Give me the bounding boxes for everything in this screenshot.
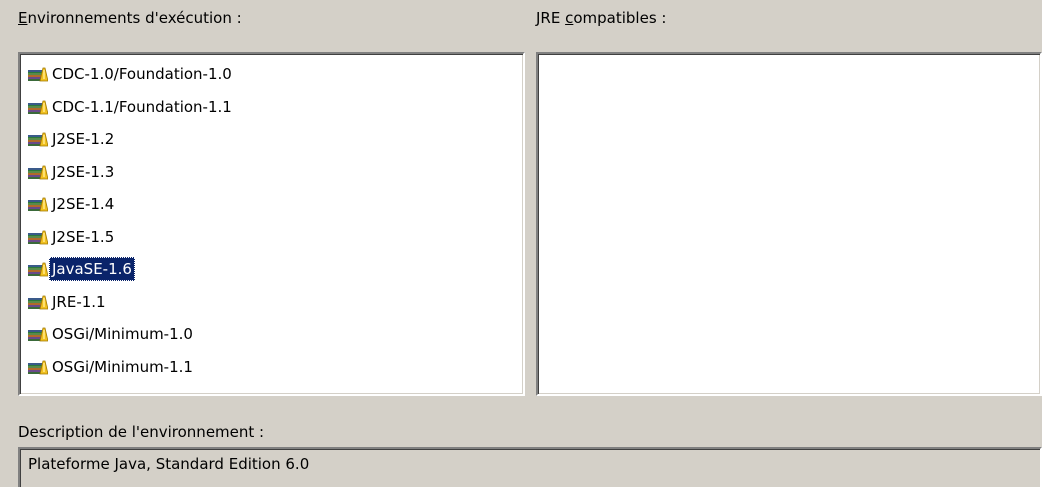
library-books-icon	[28, 261, 49, 277]
environment-item[interactable]: J2SE-1.2	[28, 123, 523, 156]
environment-item-label: J2SE-1.3	[52, 162, 115, 181]
environment-item-label: JRE-1.1	[52, 292, 106, 311]
environment-item-label: JavaSE-1.6	[49, 257, 135, 282]
library-books-icon	[28, 164, 49, 180]
environment-item-label: J2SE-1.5	[52, 227, 115, 246]
environments-list[interactable]: CDC-1.0/Foundation-1.0 CDC-1.1/Foundation…	[18, 52, 525, 396]
environment-item[interactable]: J2SE-1.3	[28, 156, 523, 189]
description-label: Description de l'environnement :	[18, 423, 265, 441]
environment-item[interactable]: CDC-1.1/Foundation-1.1	[28, 91, 523, 124]
library-books-icon	[28, 196, 49, 212]
environment-item-label: CDC-1.1/Foundation-1.1	[52, 97, 232, 116]
environment-item-label: OSGi/Minimum-1.0	[52, 325, 193, 344]
compatible-jres-list[interactable]	[536, 52, 1042, 396]
environment-item-label: CDC-1.0/Foundation-1.0	[52, 65, 232, 84]
environments-label-text: nvironnements d'exécution :	[27, 9, 242, 27]
library-books-icon	[28, 326, 49, 342]
environments-label: Environnements d'exécution :	[18, 8, 242, 28]
description-value: Plateforme Java, Standard Edition 6.0	[28, 455, 310, 473]
library-books-icon	[28, 294, 49, 310]
compatible-jres-list-items	[538, 54, 1040, 58]
compatible-jres-label: JRE compatibles :	[536, 8, 666, 28]
environment-item-label: J2SE-1.4	[52, 195, 115, 214]
environment-item-label: J2SE-1.2	[52, 130, 115, 149]
library-books-icon	[28, 66, 49, 82]
environment-item[interactable]: J2SE-1.4	[28, 188, 523, 221]
environment-item[interactable]: JavaSE-1.6	[28, 253, 523, 286]
environment-item-label: OSGi/Minimum-1.1	[52, 357, 193, 376]
environment-item[interactable]: CDC-1.0/Foundation-1.0	[28, 58, 523, 91]
compatible-jres-label-prefix: JRE	[536, 9, 566, 27]
environment-item[interactable]: JRE-1.1	[28, 286, 523, 319]
environment-item[interactable]: OSGi/Minimum-1.1	[28, 351, 523, 384]
library-books-icon	[28, 99, 49, 115]
library-books-icon	[28, 229, 49, 245]
environment-item[interactable]: J2SE-1.5	[28, 221, 523, 254]
library-books-icon	[28, 131, 49, 147]
environment-item[interactable]: OSGi/Minimum-1.0	[28, 318, 523, 351]
environments-list-items: CDC-1.0/Foundation-1.0 CDC-1.1/Foundation…	[20, 54, 523, 383]
description-field: Plateforme Java, Standard Edition 6.0	[18, 447, 1042, 487]
library-books-icon	[28, 359, 49, 375]
compatible-jres-label-text: ompatibles :	[573, 9, 667, 27]
